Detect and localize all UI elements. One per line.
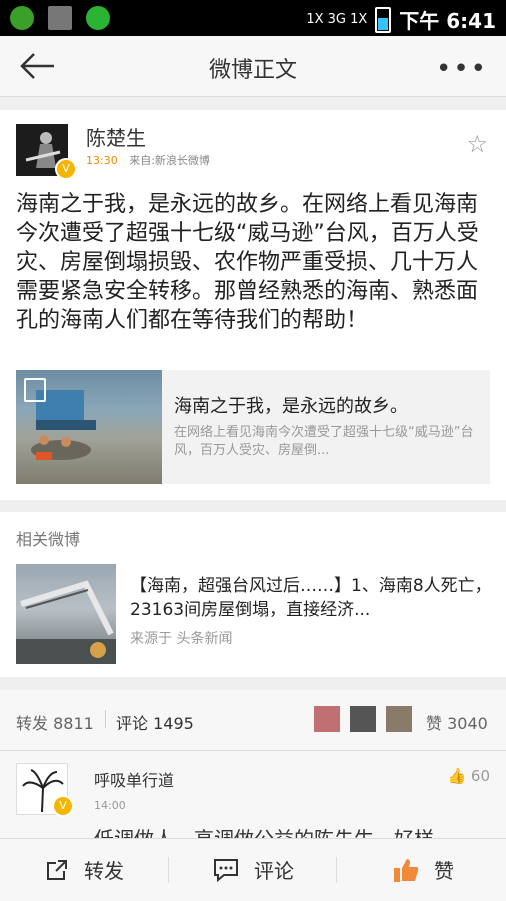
repost-button[interactable]: 转发 (44, 855, 124, 884)
app-notification-icon (10, 6, 34, 30)
related-title[interactable]: 【海南，超强台风过后……】1、海南8人死亡，23163间房屋倒塌，直接经济... (130, 574, 496, 622)
comment-stat-label: 评论 (116, 714, 149, 733)
article-summary: 在网络上看见海南今次遭受了超强十七级“威马逊”台风，百万人受灾、房屋倒... (174, 425, 474, 458)
thumbs-up-icon (394, 858, 419, 882)
stats-bar: 转发 8811 评论 1495 赞 3040 (0, 690, 506, 751)
post-meta: 13:30 来自:新浪长微博 (86, 152, 210, 168)
post-text: 海南之于我，是永远的故乡。在网络上看见海南今次遭受了超强十七级“威马逊”台风，百… (16, 192, 479, 333)
liker-avatar[interactable] (350, 706, 376, 732)
related-source: 来源于 头条新闻 (130, 631, 233, 647)
like-label: 赞 (434, 859, 454, 883)
verified-badge: V (55, 158, 77, 180)
wechat-icon (86, 6, 110, 30)
battery-icon (375, 6, 392, 33)
repost-count: 8811 (53, 714, 94, 733)
article-thumbnail (16, 370, 162, 484)
repost-stat[interactable]: 转发 8811 (16, 710, 94, 734)
related-heading: 相关微博 (16, 530, 81, 549)
verified-badge: V (52, 795, 74, 817)
comment-icon (214, 858, 238, 882)
like-stat[interactable]: 赞 3040 (426, 710, 488, 734)
status-icons-right: 1X 3G 1X 下午 6:41 (306, 5, 496, 34)
network-indicator: 1X 3G 1X (306, 12, 368, 27)
share-icon (47, 859, 67, 880)
more-menu-button[interactable]: ••• (436, 54, 488, 84)
like-button[interactable]: 赞 (392, 855, 454, 884)
status-icons-left (10, 6, 110, 30)
comment-count: 1495 (153, 714, 194, 733)
liker-avatar[interactable] (386, 706, 412, 732)
action-bar: 转发 评论 赞 (0, 838, 506, 901)
comment-time: 14:00 (94, 799, 126, 812)
article-title: 海南之于我，是永远的故乡。 (174, 396, 408, 417)
divider (105, 710, 106, 728)
gallery-icon (48, 6, 72, 30)
liker-avatar[interactable] (314, 706, 340, 732)
comment-like-button[interactable]: 👍 60 (447, 767, 490, 785)
commenter-name[interactable]: 呼吸单行道 (94, 767, 174, 791)
comment-like-count: 60 (470, 767, 490, 785)
repost-stat-label: 转发 (16, 714, 49, 733)
related-section: 相关微博 【海南，超强台风过后……】1、海南8人死亡，23163间房屋倒塌，直接… (0, 512, 506, 677)
like-count: 3040 (447, 714, 488, 733)
author-name[interactable]: 陈楚生 (86, 122, 146, 151)
comment-button[interactable]: 评论 (212, 855, 294, 884)
comment-stat[interactable]: 评论 1495 (116, 710, 194, 734)
post-card: V 陈楚生 13:30 来自:新浪长微博 ☆ 海南之于我，是永远的故乡。在网络上… (0, 110, 506, 500)
repost-label: 转发 (84, 859, 124, 883)
clock: 下午 6:41 (399, 9, 496, 33)
storm-damage-photo (16, 580, 116, 664)
status-bar: 1X 3G 1X 下午 6:41 (0, 0, 506, 36)
post-time: 13:30 (86, 154, 118, 167)
like-stat-label: 赞 (426, 714, 443, 733)
comment-item: V 呼吸单行道 14:00 👍 60 低调做人，高调做公益的陈先生，好样 (0, 751, 506, 851)
article-link-card[interactable]: 海南之于我，是永远的故乡。 在网络上看见海南今次遭受了超强十七级“威马逊”台风，… (16, 370, 490, 484)
document-icon (24, 378, 46, 402)
nav-bar: 微博正文 ••• (0, 36, 506, 97)
related-thumbnail[interactable] (16, 564, 116, 664)
page-title: 微博正文 (208, 58, 297, 83)
thumbs-up-icon: 👍 (447, 767, 467, 785)
favorite-star-icon[interactable]: ☆ (466, 130, 488, 158)
divider (168, 857, 169, 883)
divider (336, 857, 337, 883)
post-source: 来自:新浪长微博 (129, 154, 210, 167)
comment-label: 评论 (254, 859, 294, 883)
